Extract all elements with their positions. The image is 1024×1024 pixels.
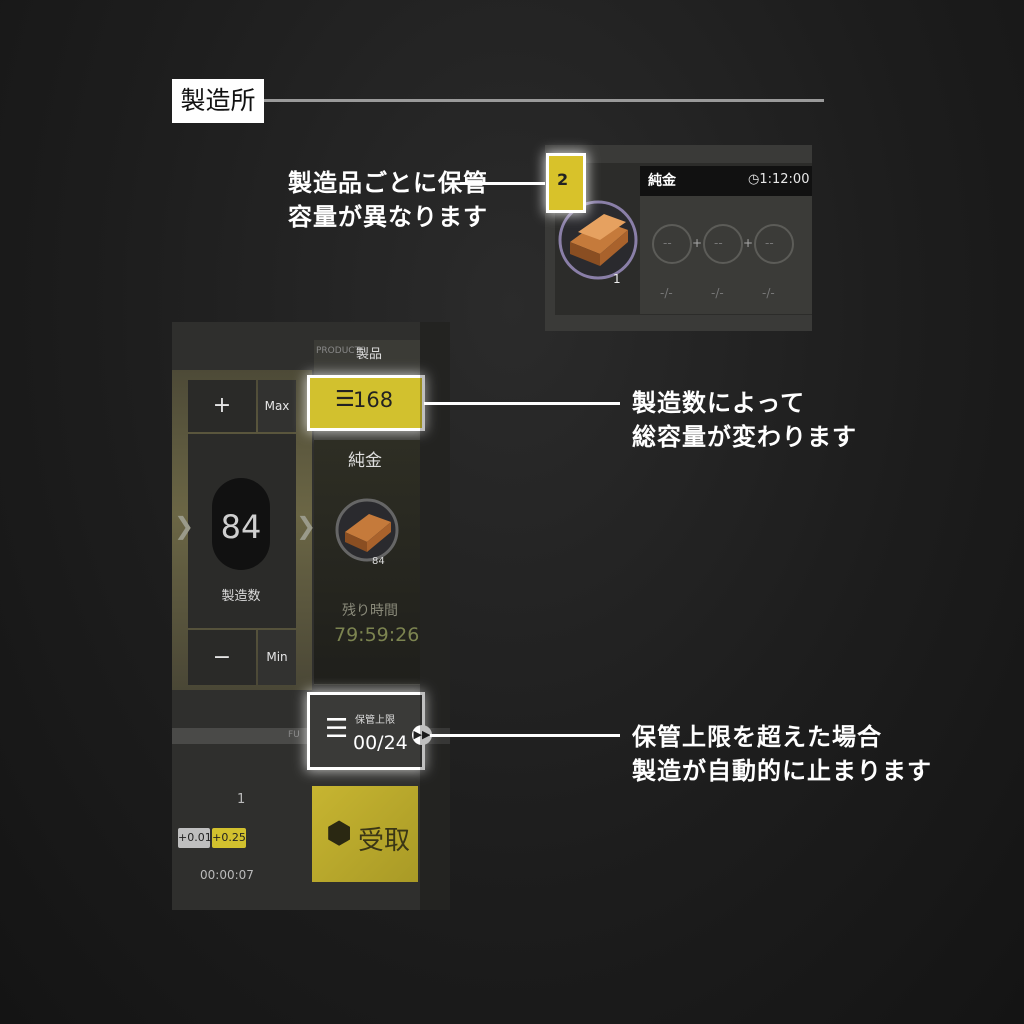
max-button[interactable]: Max bbox=[258, 380, 296, 432]
product-name: 純金 bbox=[648, 173, 676, 189]
slot-value: -/- bbox=[660, 286, 673, 300]
product-time-value: 1:12:00 bbox=[759, 172, 810, 187]
section-divider bbox=[264, 99, 824, 102]
production-count: 84 bbox=[220, 508, 262, 546]
panel-edge-shadow bbox=[420, 322, 450, 910]
storage-cost-value: 2 bbox=[557, 170, 569, 189]
slot-value: -/- bbox=[762, 286, 775, 300]
callout-line: 保管上限を超えた場合 bbox=[632, 723, 882, 751]
callout-leader-line bbox=[430, 734, 620, 737]
callout-line: 製造数によって bbox=[632, 389, 806, 417]
plus-sign: + bbox=[743, 236, 754, 250]
min-button[interactable]: Min bbox=[258, 630, 296, 685]
storage-stack-icon: ☰ bbox=[325, 714, 349, 744]
decrement-button[interactable]: − bbox=[188, 630, 256, 685]
slot-label: -- bbox=[714, 236, 723, 250]
strip-label: FU bbox=[288, 730, 300, 740]
material-slot[interactable] bbox=[652, 224, 692, 264]
storage-limit-value: 00/24 bbox=[353, 732, 408, 754]
storage-limit-label: 保管上限 bbox=[355, 715, 395, 726]
callout-line: 製造が自動的に止まります bbox=[632, 757, 932, 785]
clock-icon: ◷ bbox=[748, 172, 760, 187]
products-label: 製品 bbox=[356, 347, 383, 362]
callout-line: 容量が異なります bbox=[288, 203, 488, 231]
rate-tag: +0.01 bbox=[178, 828, 212, 848]
slot-label: -- bbox=[663, 236, 672, 250]
rate-tag: +0.25 bbox=[212, 828, 246, 848]
product-quantity: 84 bbox=[372, 556, 385, 567]
material-slot[interactable] bbox=[754, 224, 794, 264]
callout-leader-line bbox=[424, 402, 620, 405]
slot-value: -/- bbox=[711, 286, 724, 300]
callout-storage-per-product: 製造品ごとに保管 容量が異なります bbox=[288, 166, 488, 234]
row-number: 1 bbox=[237, 792, 246, 807]
product-time: ◷1:12:00 bbox=[748, 172, 809, 187]
callout-line: 総容量が変わります bbox=[632, 423, 857, 451]
callout-auto-stop: 保管上限を超えた場合 製造が自動的に止まります bbox=[632, 720, 932, 788]
storage-stack-icon: ☰ bbox=[335, 387, 355, 412]
cycle-timer: 00:00:07 bbox=[200, 868, 254, 882]
callout-leader-line bbox=[460, 182, 550, 185]
increment-button[interactable]: + bbox=[188, 380, 256, 432]
slot-label: -- bbox=[765, 236, 774, 250]
count-label: 製造数 bbox=[221, 589, 261, 604]
gold-bar-item-icon bbox=[335, 498, 399, 562]
remaining-time-value: 79:59:26 bbox=[334, 624, 420, 646]
item-count: 1 bbox=[613, 272, 621, 286]
receive-label: 受取 bbox=[358, 826, 411, 856]
product-name: 純金 bbox=[348, 451, 382, 471]
material-slot[interactable] bbox=[703, 224, 743, 264]
total-capacity-value: 168 bbox=[353, 388, 394, 412]
plus-sign: + bbox=[692, 236, 703, 250]
remaining-time-label: 残り時間 bbox=[342, 603, 398, 619]
cube-stack-icon: ⬢ bbox=[326, 816, 353, 851]
section-title: 製造所 bbox=[172, 79, 264, 123]
prev-arrow-icon[interactable]: ❯ bbox=[174, 512, 194, 540]
callout-line: 製造品ごとに保管 bbox=[288, 169, 488, 197]
callout-capacity-by-count: 製造数によって 総容量が変わります bbox=[632, 386, 857, 454]
